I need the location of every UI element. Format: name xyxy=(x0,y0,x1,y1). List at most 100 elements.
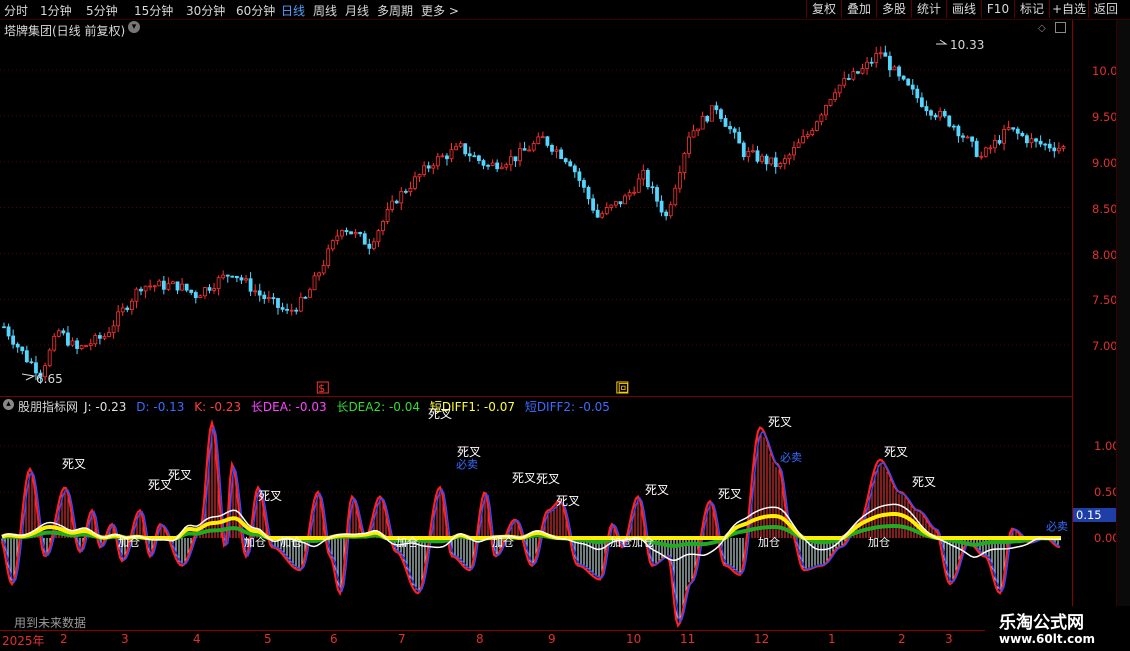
candle-body xyxy=(143,285,148,292)
period-tab-multi[interactable]: 多周期 xyxy=(377,2,413,19)
candle-body xyxy=(974,140,979,157)
price-tick: 8.50 xyxy=(1092,202,1118,216)
signal-label: 死叉 xyxy=(768,415,792,429)
candle-body xyxy=(979,155,984,158)
candle-body xyxy=(317,272,321,277)
period-tab-fenshi[interactable]: 分时 xyxy=(4,2,28,19)
candle-body xyxy=(139,288,143,292)
candle-body xyxy=(527,149,532,152)
date-tick: 4 xyxy=(193,632,201,646)
price-tick: 9.00 xyxy=(1092,156,1118,170)
candle-body xyxy=(691,130,696,138)
draw-line-button[interactable]: 画线 xyxy=(946,0,981,18)
candle-body xyxy=(636,178,641,193)
candle-body xyxy=(490,162,495,166)
candle-body xyxy=(888,55,892,71)
event-marker: 回 xyxy=(618,382,629,395)
candle-body xyxy=(618,201,623,205)
low-price-label: 6.65 xyxy=(36,372,63,386)
period-tab-daily[interactable]: 日线 xyxy=(281,2,305,19)
candle-body xyxy=(349,231,353,235)
add-position-label: 加仓 xyxy=(280,535,302,549)
candle-body xyxy=(664,211,669,217)
candle-body xyxy=(285,308,290,311)
candle-body xyxy=(938,111,943,118)
add-position-label: 加仓 xyxy=(868,535,890,549)
candle-body xyxy=(709,105,714,122)
stats-button[interactable]: 统计 xyxy=(911,0,946,18)
candle-body xyxy=(778,163,783,168)
candle-body xyxy=(2,326,6,329)
low-pointer-icon xyxy=(21,373,36,381)
candle-body xyxy=(499,166,504,170)
period-tab-60min[interactable]: 60分钟 xyxy=(236,2,275,19)
candle-body xyxy=(782,158,787,164)
candle-body xyxy=(645,169,650,188)
candle-body xyxy=(901,75,906,80)
candle-body xyxy=(856,71,860,74)
fuquan-button[interactable]: 复权 xyxy=(806,0,841,18)
add-favorite-button[interactable]: +自选 xyxy=(1049,0,1088,18)
period-tab-30min[interactable]: 30分钟 xyxy=(186,2,225,19)
back-button[interactable]: 返回 xyxy=(1088,0,1123,18)
multi-stock-button[interactable]: 多股 xyxy=(876,0,911,18)
signal-label: 死叉 xyxy=(62,457,86,471)
watermark-url: www.60lt.com xyxy=(999,632,1096,646)
candle-body xyxy=(24,350,29,363)
price-tick: 9.50 xyxy=(1092,110,1118,124)
candle-body xyxy=(175,281,180,291)
candle-body xyxy=(906,78,911,86)
add-position-label: 加仓 xyxy=(492,535,514,549)
overlay-button[interactable]: 叠加 xyxy=(841,0,876,18)
candle-body xyxy=(120,307,125,313)
candle-body xyxy=(171,281,175,285)
candle-body xyxy=(390,200,395,210)
candle-body xyxy=(70,340,75,346)
candle-body xyxy=(723,118,728,127)
mark-button[interactable]: 标记 xyxy=(1014,0,1049,18)
candle-body xyxy=(221,274,226,279)
candle-body xyxy=(294,309,299,312)
candle-body xyxy=(568,161,573,167)
f10-button[interactable]: F10 xyxy=(981,0,1014,18)
candle-body xyxy=(1034,138,1038,142)
candle-body xyxy=(454,145,458,151)
candle-body xyxy=(942,111,947,117)
candle-body xyxy=(865,61,869,69)
candle-body xyxy=(102,336,107,339)
candle-body xyxy=(951,125,956,128)
period-tab-5min[interactable]: 5分钟 xyxy=(86,2,118,19)
candle-body xyxy=(746,151,751,158)
candle-body xyxy=(467,153,472,157)
period-tab-1min[interactable]: 1分钟 xyxy=(40,2,72,19)
side-scroll-panel[interactable] xyxy=(1116,20,1130,630)
candle-body xyxy=(495,162,500,170)
candle-body xyxy=(741,142,746,158)
add-position-label: 加仓 xyxy=(118,535,140,549)
candle-body xyxy=(184,283,189,291)
candle-body xyxy=(353,232,358,235)
candle-body xyxy=(426,165,431,169)
candle-body xyxy=(623,195,627,205)
period-tab-more[interactable]: 更多 > xyxy=(421,2,459,19)
candle-body xyxy=(125,307,130,311)
period-tab-monthly[interactable]: 月线 xyxy=(345,2,369,19)
sell-signal-label: 必卖 xyxy=(1046,520,1068,533)
period-tab-15min[interactable]: 15分钟 xyxy=(134,2,173,19)
candle-body xyxy=(166,283,171,290)
candle-body xyxy=(97,335,102,339)
candle-body xyxy=(988,147,993,150)
candle-body xyxy=(545,136,550,146)
candle-body xyxy=(472,155,477,158)
candle-body xyxy=(910,84,915,90)
candle-body xyxy=(810,130,815,135)
candle-body xyxy=(773,157,778,168)
candle-body xyxy=(1052,147,1057,152)
period-tab-weekly[interactable]: 周线 xyxy=(313,2,337,19)
candle-body xyxy=(737,131,742,144)
candle-body xyxy=(536,136,541,144)
candle-body xyxy=(540,136,545,139)
candle-body xyxy=(189,289,194,293)
date-tick: 3 xyxy=(945,632,953,646)
add-position-label: 加仓 xyxy=(758,535,780,549)
